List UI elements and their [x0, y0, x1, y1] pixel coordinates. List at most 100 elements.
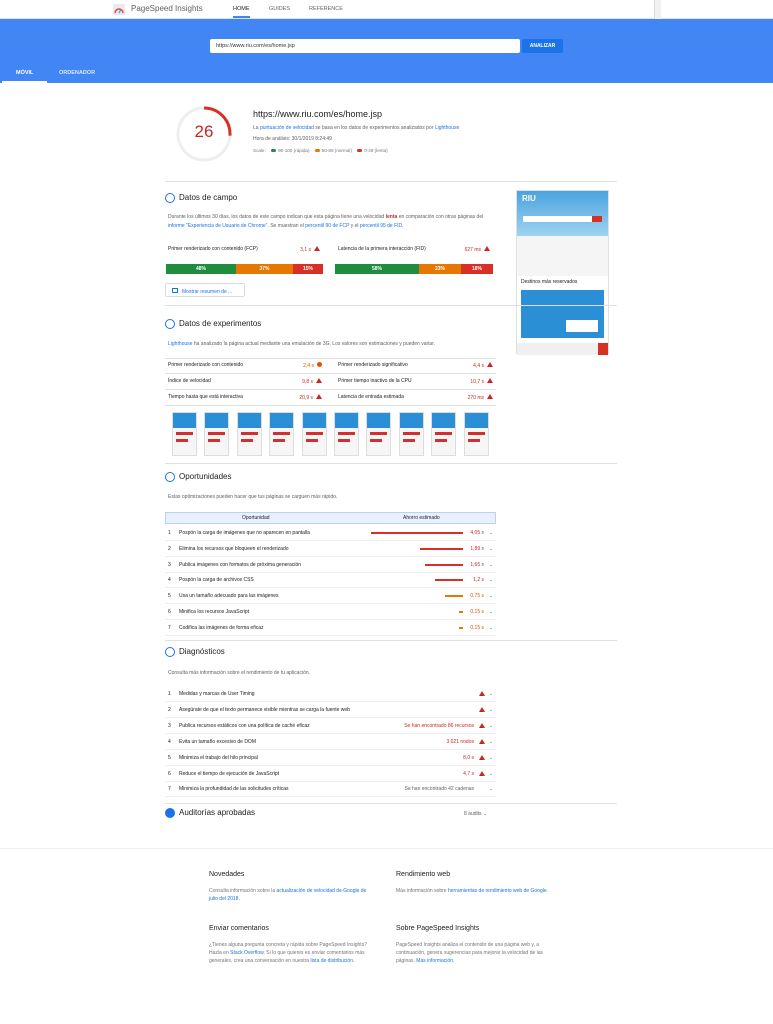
chevron-down-icon[interactable]: ⌄: [489, 781, 493, 797]
fid-fast-bar: 58%: [335, 264, 419, 274]
filmstrip-frame: [463, 412, 489, 456]
stack-overflow-link[interactable]: Stack Overflow: [230, 950, 263, 956]
passed-audits-heading[interactable]: Auditorías aprobadas: [165, 808, 255, 818]
metric-fcp-label: Primer renderizado con contenido: [168, 362, 244, 368]
filmstrip-frame: [204, 412, 230, 456]
diagnostic-label: Minimiza la profundidad de las solicitud…: [179, 786, 289, 793]
bar-chart-icon: [165, 193, 175, 203]
warning-triangle-icon: [487, 378, 493, 383]
crux-link[interactable]: informe "Experiencia de Usuario de Chrom…: [168, 223, 267, 229]
divider: [165, 389, 496, 390]
diagnostic-row[interactable]: 1 Medidas y marcas de User Timing ⌄: [165, 686, 496, 702]
chevron-down-icon[interactable]: ⌄: [489, 734, 493, 750]
passed-audits-count[interactable]: 8 audits ⌄: [464, 811, 487, 817]
chevron-down-icon[interactable]: ⌄: [489, 525, 493, 541]
row-number: 4: [168, 738, 171, 745]
divider: [165, 305, 617, 306]
diagnostic-row[interactable]: 2 Asegúrate de que el texto permanece vis…: [165, 702, 496, 718]
p95-link[interactable]: percentil 95 de FID: [360, 223, 402, 229]
chevron-down-icon[interactable]: ⌄: [489, 702, 493, 718]
chevron-down-icon[interactable]: ⌄: [489, 766, 493, 782]
row-number: 5: [168, 593, 171, 600]
nav-home[interactable]: HOME: [233, 6, 250, 18]
search-hero: https://www.riu.com/es/home.jsp ANALIZAR…: [0, 19, 773, 83]
opportunity-row[interactable]: 1 Pospón la carga de imágenes que no apar…: [165, 525, 496, 541]
fcp-average-bar: 37%: [236, 264, 293, 274]
metric-fmp-value: 4,4 s: [440, 362, 493, 369]
diagnostics-description: Consulta más información sobre el rendim…: [168, 670, 311, 676]
divider: [165, 358, 496, 359]
lighthouse-link[interactable]: Lighthouse: [435, 125, 459, 131]
field-data-description: Durante los últimos 30 días, los datos d…: [168, 214, 484, 229]
divider: [165, 373, 496, 374]
opportunity-row[interactable]: 6 Minifica los recursos JavaScript 0,15 s ⌄: [165, 604, 496, 620]
savings-value: 1,89 s: [470, 545, 484, 552]
speed-score-link[interactable]: puntuación de velocidad: [260, 125, 314, 131]
scrollbar[interactable]: [654, 0, 661, 19]
row-number: 2: [168, 706, 171, 713]
tab-mobile[interactable]: MÓVIL: [2, 69, 48, 83]
learn-more-link[interactable]: Más información: [416, 958, 453, 964]
savings-value: 0,15 s: [470, 609, 484, 615]
nav-guides[interactable]: GUIDES: [269, 6, 290, 12]
p90-link[interactable]: percentil 90 de FCP: [305, 223, 349, 229]
savings-value: 4,05 s: [470, 530, 484, 536]
chevron-down-icon[interactable]: ⌄: [489, 557, 493, 573]
diagnostic-row[interactable]: 7 Minimiza la profundidad de las solicitu…: [165, 781, 496, 798]
filmstrip-frame: [301, 412, 327, 456]
savings-value: 0,75 s: [470, 593, 484, 600]
diagnostic-label: Reduce el tiempo de ejecución de JavaScr…: [179, 770, 280, 777]
savings-bar: [445, 595, 463, 598]
diagnostic-label: Publica recursos estáticos con una polít…: [179, 722, 310, 729]
filmstrip-frame: [431, 412, 457, 456]
opportunity-row[interactable]: 7 Codifica las imágenes de forma eficaz 0,…: [165, 620, 496, 636]
analyze-button[interactable]: ANALIZAR: [522, 39, 563, 53]
metric-tti-value: 20,9 s: [270, 394, 322, 401]
fid-value: 627 ms: [450, 246, 490, 253]
opportunity-row[interactable]: 2 Elimina los recursos que bloqueen el re…: [165, 541, 496, 557]
footer-about-title: Sobre PageSpeed Insights: [396, 925, 480, 932]
perf-tools-link[interactable]: herramientas de rendimiento web de Googl…: [448, 888, 547, 894]
pagespeed-logo-icon: [113, 4, 125, 15]
opportunities-heading: Oportunidades: [165, 472, 231, 482]
green-dot-icon: [271, 149, 277, 152]
warning-triangle-icon: [316, 394, 322, 399]
savings-bar: [420, 547, 463, 550]
diagnostic-value: Se han encontrado 42 cadenas: [404, 786, 475, 793]
url-input[interactable]: https://www.riu.com/es/home.jsp: [210, 39, 520, 53]
chevron-down-icon[interactable]: ⌄: [489, 572, 493, 588]
mailing-list-link[interactable]: lista de distribución: [310, 958, 353, 964]
analysis-date: Hora de análisis: 30/1/2019 8:24:49: [253, 136, 332, 142]
metric-tti-label: Tiempo hasta que está interactiva: [168, 394, 243, 400]
divider: [165, 640, 617, 641]
diagnostic-row[interactable]: 4 Evita un tamaño excesivo de DOM 3.021 no…: [165, 734, 496, 750]
fid-slow-bar: 18%: [461, 264, 493, 274]
chevron-down-icon[interactable]: ⌄: [489, 541, 493, 557]
diagnostic-row[interactable]: 3 Publica recursos estáticos con una polí…: [165, 718, 496, 734]
opportunities-table-header: Oportunidad Ahorro estimado: [165, 512, 496, 524]
footer-news-title: Novedades: [209, 871, 245, 878]
opportunity-row[interactable]: 5 Usa un tamaño adecuado para las imágene…: [165, 588, 496, 605]
chevron-down-icon[interactable]: ⌄: [489, 620, 493, 636]
tab-desktop[interactable]: ORDENADOR: [45, 69, 109, 83]
opportunity-row[interactable]: 4 Pospón la carga de archivos CSS 1,2 s ⌄: [165, 572, 496, 589]
lighthouse-link[interactable]: Lighthouse: [168, 341, 192, 347]
footer-web-perf-title: Rendimiento web: [396, 871, 451, 878]
filmstrip-frame: [269, 412, 295, 456]
nav-reference[interactable]: REFERENCE: [309, 6, 343, 12]
warning-triangle-icon: [487, 362, 493, 367]
chevron-down-icon[interactable]: ⌄: [489, 588, 493, 604]
diagnostic-row[interactable]: 5 Minimiza el trabajo del hilo principal 8…: [165, 750, 496, 766]
row-number: 2: [168, 545, 171, 552]
diagnostic-row[interactable]: 6 Reduce el tiempo de ejecución de JavaSc…: [165, 766, 496, 782]
row-number: 7: [168, 624, 171, 631]
show-origin-summary-button[interactable]: Mostrar resumen de ...: [165, 283, 245, 297]
chevron-down-icon[interactable]: ⌄: [489, 718, 493, 734]
opportunity-row[interactable]: 3 Publica imágenes con formatos de próxim…: [165, 557, 496, 573]
diagnostic-value: 3.021 nodos: [446, 738, 474, 745]
chevron-down-icon[interactable]: ⌄: [489, 750, 493, 766]
chevron-down-icon[interactable]: ⌄: [489, 686, 493, 702]
footer-feedback: Enviar comentarios ¿Tienes alguna pregun…: [209, 925, 369, 965]
chevron-down-icon[interactable]: ⌄: [489, 604, 493, 620]
filmstrip-frame: [172, 412, 197, 456]
